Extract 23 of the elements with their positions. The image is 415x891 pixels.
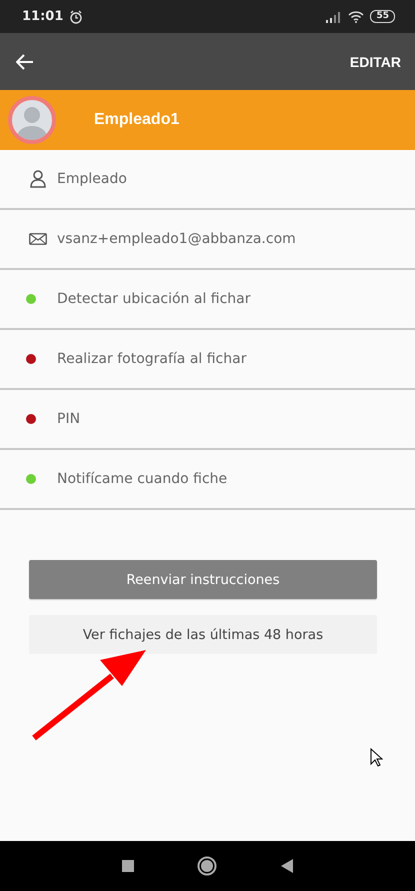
alarm-icon — [69, 10, 84, 24]
status-time: 11:01 — [22, 9, 64, 24]
setting-label: PIN — [57, 411, 80, 427]
setting-label: Detectar ubicación al fichar — [57, 291, 251, 307]
triangle-icon — [281, 859, 294, 873]
square-icon — [122, 860, 134, 872]
history-button[interactable]: Ver fichajes de las últimas 48 horas — [29, 615, 377, 654]
battery-level: 55 — [370, 10, 395, 23]
circle-icon — [197, 856, 218, 876]
cursor-icon — [370, 748, 383, 767]
avatar-icon — [8, 96, 56, 144]
wifi-icon — [348, 10, 364, 22]
email-text: vsanz+empleado1@abbanza.com — [57, 231, 296, 247]
setting-label: Notifícame cuando fiche — [57, 471, 228, 487]
resend-button[interactable]: Reenviar instrucciones — [29, 560, 377, 599]
back-arrow-icon — [16, 54, 34, 70]
role-text: Empleado — [57, 171, 127, 187]
edit-button[interactable]: EDITAR — [344, 48, 407, 76]
signal-icon — [326, 10, 342, 22]
envelope-icon — [28, 233, 46, 245]
person-icon — [30, 170, 46, 188]
profile-name: Empleado1 — [94, 111, 180, 129]
setting-label: Realizar fotografía al fichar — [57, 351, 246, 367]
